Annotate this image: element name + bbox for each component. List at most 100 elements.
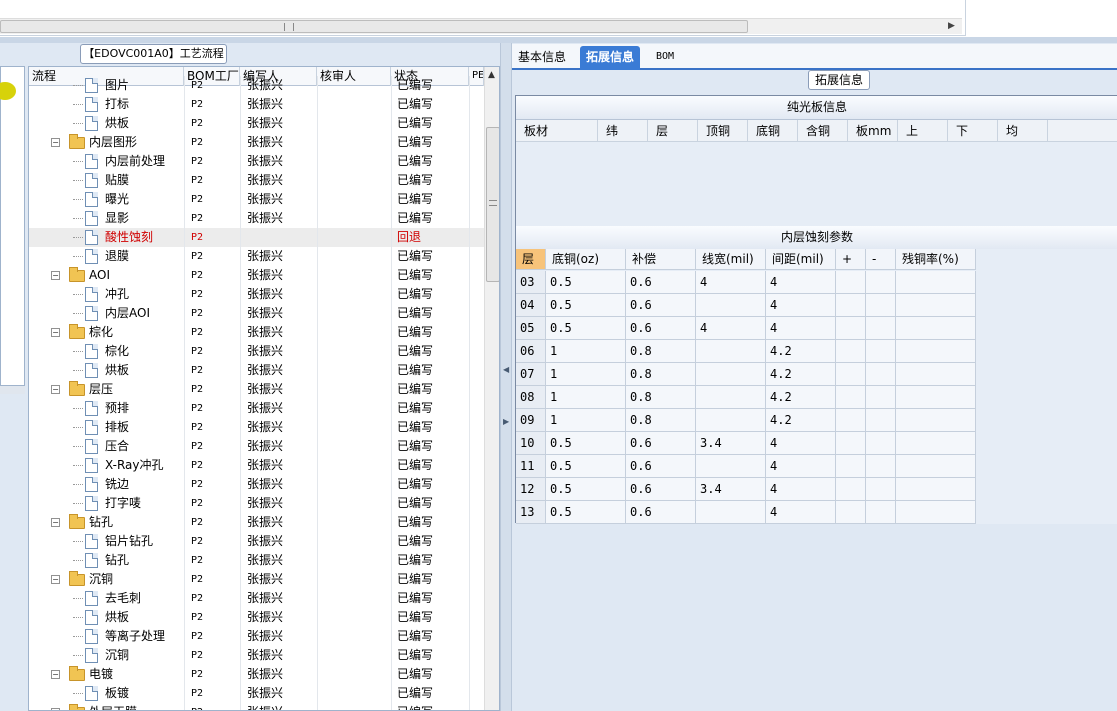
etch-cell[interactable]: 13 xyxy=(516,501,546,524)
etch-cell[interactable] xyxy=(896,501,976,524)
etch-cell[interactable]: 12 xyxy=(516,478,546,501)
tree-vertical-scrollbar[interactable]: ▲ xyxy=(484,67,499,710)
etch-cell[interactable] xyxy=(866,386,896,409)
etch-cell[interactable] xyxy=(696,409,766,432)
copper-column-header[interactable]: 下 xyxy=(948,120,998,142)
collapse-toggle-icon[interactable]: − xyxy=(51,271,60,280)
etch-cell[interactable] xyxy=(866,317,896,340)
etch-cell[interactable]: 1 xyxy=(546,386,626,409)
collapse-toggle-icon[interactable]: − xyxy=(51,575,60,584)
scroll-up-arrow-icon[interactable]: ▲ xyxy=(488,70,495,80)
vertical-splitter[interactable]: ◀ ▶ xyxy=(500,43,512,711)
etch-table-row[interactable]: 06 1 0.8 4.2 xyxy=(516,340,978,363)
etch-cell[interactable]: 06 xyxy=(516,340,546,363)
tree-row[interactable]: 图片 P2 张振兴 已编写 xyxy=(29,76,484,95)
tree-row[interactable]: 曝光 P2 张振兴 已编写 xyxy=(29,190,484,209)
etch-table-row[interactable]: 03 0.5 0.6 4 4 xyxy=(516,271,978,294)
etch-cell[interactable]: 4 xyxy=(766,317,836,340)
etch-cell[interactable] xyxy=(696,294,766,317)
etch-cell[interactable]: 0.6 xyxy=(626,432,696,455)
tree-row[interactable]: 棕化 P2 张振兴 已编写 xyxy=(29,342,484,361)
tree-folder-row[interactable]: − 层压 P2 张振兴 已编写 xyxy=(29,380,484,399)
etch-cell[interactable] xyxy=(866,271,896,294)
tree-folder-row[interactable]: − 沉铜 P2 张振兴 已编写 xyxy=(29,570,484,589)
etch-cell[interactable]: 0.5 xyxy=(546,294,626,317)
etch-cell[interactable] xyxy=(866,409,896,432)
tab-extended-info[interactable]: 拓展信息 xyxy=(580,46,641,70)
etch-cell[interactable]: 1 xyxy=(546,340,626,363)
etch-cell[interactable] xyxy=(836,386,866,409)
etch-cell[interactable] xyxy=(696,455,766,478)
etch-cell[interactable]: 3.4 xyxy=(696,478,766,501)
etch-cell[interactable] xyxy=(836,432,866,455)
etch-cell[interactable] xyxy=(696,363,766,386)
etch-table-row[interactable]: 11 0.5 0.6 4 xyxy=(516,455,978,478)
etch-cell[interactable]: 0.6 xyxy=(626,478,696,501)
etch-column-header[interactable]: 补偿 xyxy=(626,249,696,270)
tree-folder-row[interactable]: −外层干膜P2张振兴已编写 xyxy=(29,703,484,710)
collapse-right-arrow-icon[interactable]: ▶ xyxy=(503,417,509,426)
copper-column-header[interactable]: 顶铜 xyxy=(698,120,748,142)
tree-row[interactable]: 等离子处理 P2 张振兴 已编写 xyxy=(29,627,484,646)
etch-cell[interactable] xyxy=(866,455,896,478)
copper-column-header[interactable]: 板mm xyxy=(848,120,898,142)
etch-cell[interactable] xyxy=(836,294,866,317)
etch-column-header[interactable]: 层 xyxy=(516,249,546,270)
copper-column-header[interactable]: 上 xyxy=(898,120,948,142)
tree-row[interactable]: 排板 P2 张振兴 已编写 xyxy=(29,418,484,437)
etch-cell[interactable]: 0.5 xyxy=(546,271,626,294)
etch-cell[interactable]: 0.8 xyxy=(626,386,696,409)
copper-column-header[interactable]: 板材 xyxy=(516,120,598,142)
etch-cell[interactable] xyxy=(836,271,866,294)
etch-cell[interactable]: 10 xyxy=(516,432,546,455)
etch-cell[interactable] xyxy=(836,363,866,386)
tree-row[interactable]: 烘板 P2 张振兴 已编写 xyxy=(29,114,484,133)
etch-cell[interactable]: 3.4 xyxy=(696,432,766,455)
tree-row[interactable]: 内层AOI P2 张振兴 已编写 xyxy=(29,304,484,323)
etch-cell[interactable] xyxy=(866,363,896,386)
etch-cell[interactable]: 4.2 xyxy=(766,409,836,432)
copper-column-header[interactable]: 底铜 xyxy=(748,120,798,142)
tab-bom[interactable]: BOM xyxy=(650,46,680,70)
etch-table-row[interactable]: 05 0.5 0.6 4 4 xyxy=(516,317,978,340)
etch-cell[interactable]: 4.2 xyxy=(766,340,836,363)
etch-cell[interactable] xyxy=(836,317,866,340)
etch-cell[interactable]: 0.5 xyxy=(546,432,626,455)
scroll-thumb[interactable] xyxy=(486,127,499,282)
etch-cell[interactable] xyxy=(866,478,896,501)
etch-table-row[interactable]: 08 1 0.8 4.2 xyxy=(516,386,978,409)
tree-row[interactable]: 酸性蚀刻 P2 回退 xyxy=(29,228,484,247)
etch-cell[interactable]: 0.5 xyxy=(546,317,626,340)
etch-cell[interactable]: 0.8 xyxy=(626,409,696,432)
etch-cell[interactable]: 04 xyxy=(516,294,546,317)
etch-cell[interactable]: 0.6 xyxy=(626,271,696,294)
etch-cell[interactable]: 09 xyxy=(516,409,546,432)
etch-column-header[interactable]: 底铜(oz) xyxy=(546,249,626,270)
etch-table-row[interactable]: 13 0.5 0.6 4 xyxy=(516,501,978,524)
copper-column-header[interactable]: 层 xyxy=(648,120,698,142)
etch-column-header[interactable]: 线宽(mil) xyxy=(696,249,766,270)
etch-cell[interactable]: 4.2 xyxy=(766,363,836,386)
tree-folder-row[interactable]: − 电镀 P2 张振兴 已编写 xyxy=(29,665,484,684)
scroll-right-arrow-icon[interactable]: ▶ xyxy=(948,21,955,31)
etch-cell[interactable] xyxy=(696,386,766,409)
etch-cell[interactable]: 4 xyxy=(766,501,836,524)
etch-cell[interactable]: 4 xyxy=(766,294,836,317)
etch-column-header[interactable]: + xyxy=(836,249,866,270)
tree-row[interactable]: 贴膜 P2 张振兴 已编写 xyxy=(29,171,484,190)
etch-cell[interactable] xyxy=(836,409,866,432)
etch-cell[interactable]: 4 xyxy=(766,478,836,501)
tree-row[interactable]: 钻孔 P2 张振兴 已编写 xyxy=(29,551,484,570)
side-list-scrollbar[interactable] xyxy=(0,386,25,394)
etch-cell[interactable] xyxy=(866,340,896,363)
etch-cell[interactable]: 0.6 xyxy=(626,294,696,317)
etch-cell[interactable]: 1 xyxy=(546,363,626,386)
etch-cell[interactable] xyxy=(896,386,976,409)
tab-basic-info[interactable]: 基本信息 xyxy=(512,46,572,70)
etch-table-row[interactable]: 04 0.5 0.6 4 xyxy=(516,294,978,317)
etch-cell[interactable]: 4 xyxy=(766,455,836,478)
etch-column-header[interactable]: 间距(mil) xyxy=(766,249,836,270)
etch-table-row[interactable]: 12 0.5 0.6 3.4 4 xyxy=(516,478,978,501)
collapse-toggle-icon[interactable]: − xyxy=(51,385,60,394)
tree-row[interactable]: 压合 P2 张振兴 已编写 xyxy=(29,437,484,456)
